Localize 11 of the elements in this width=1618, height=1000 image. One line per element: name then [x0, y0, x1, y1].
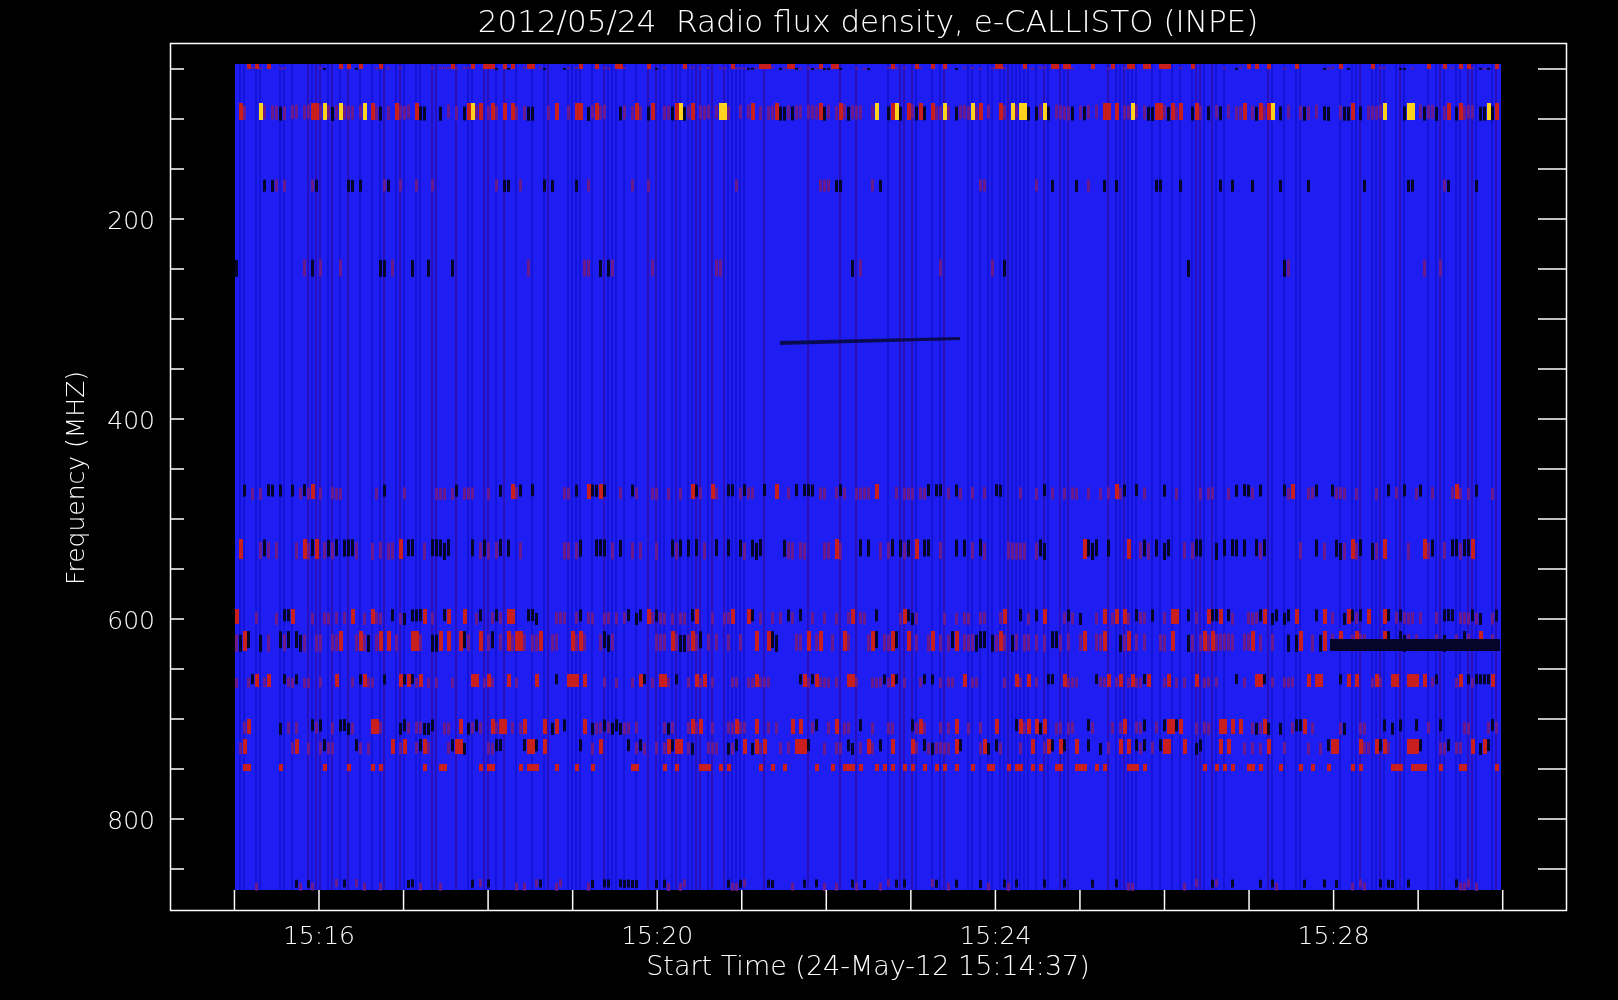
tick-label: 15:28: [1297, 921, 1370, 950]
tick-label: 15:20: [621, 921, 694, 950]
axis-label: Start Time (24-May-12 15:14:37): [646, 950, 1090, 981]
tick-label: 400: [107, 406, 155, 435]
tick-label: 600: [107, 606, 155, 635]
tick-label: 15:24: [959, 921, 1032, 950]
plot-title: 2012/05/24 Radio flux density, e-CALLISTO (INPE): [477, 3, 1259, 39]
tick-label: 800: [107, 806, 155, 835]
tick-label: 15:16: [283, 921, 355, 950]
tick-label: 200: [107, 206, 155, 235]
axis-label: Frequency (MHZ): [61, 370, 90, 586]
